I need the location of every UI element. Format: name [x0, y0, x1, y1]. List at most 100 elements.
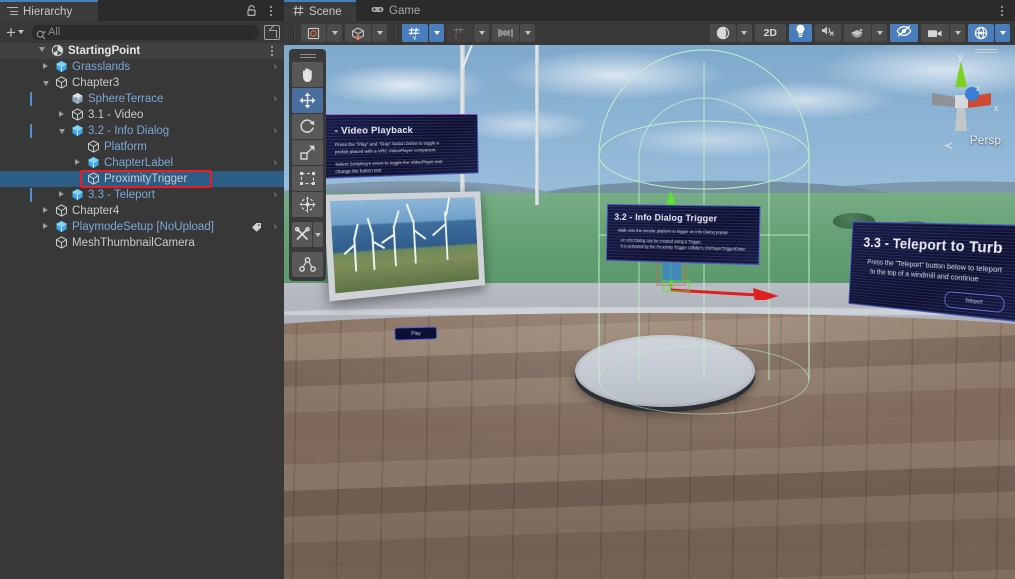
lock-icon[interactable] [245, 4, 258, 17]
open-prefab-chevron-icon[interactable]: › [273, 93, 277, 106]
scene-viewport[interactable]: - Video Playback Press the "Play" and "S… [284, 45, 1015, 579]
kebab-menu-icon[interactable] [265, 4, 277, 18]
scene-audio-button[interactable] [815, 24, 841, 42]
chevron-right-icon[interactable] [75, 159, 80, 165]
hidden-objects-button[interactable] [890, 24, 918, 42]
shaded-sphere-icon[interactable] [709, 24, 736, 42]
global-local-icon[interactable] [345, 24, 371, 42]
tab-game[interactable]: Game [362, 0, 432, 21]
kebab-menu-icon[interactable] [996, 4, 1008, 18]
rect-tool[interactable] [292, 166, 323, 191]
chevron-down-icon[interactable] [736, 24, 752, 42]
chevron-down-icon[interactable] [474, 24, 489, 42]
tab-scene[interactable]: Scene [284, 0, 356, 21]
teleport-button[interactable]: Teleport [944, 291, 1005, 314]
hierarchy-item-label: Chapter3 [72, 77, 120, 89]
chevron-right-icon[interactable] [43, 63, 48, 69]
wrench-screwdriver-icon[interactable] [292, 222, 312, 247]
chevron-down-icon[interactable] [59, 129, 65, 134]
grid-snap-icon[interactable]: y [402, 24, 428, 42]
pivot-mode-button[interactable] [301, 24, 342, 42]
hierarchy-row[interactable]: ChapterLabel › [0, 155, 284, 171]
magnet-snap-icon[interactable] [447, 24, 473, 42]
chevron-down-icon[interactable] [313, 222, 323, 247]
search-field[interactable] [31, 24, 259, 40]
open-prefab-chevron-icon[interactable]: › [273, 221, 277, 234]
2d-toggle-button[interactable]: 2D [754, 24, 786, 42]
open-prefab-chevron-icon[interactable]: › [273, 61, 277, 74]
chevron-down-icon[interactable] [995, 24, 1010, 42]
hierarchy-tree[interactable]: StartingPoint Grasslands › Chapter3 SphereT… [0, 43, 284, 579]
camera-icon[interactable] [921, 24, 949, 42]
fx-layers-icon[interactable] [844, 24, 871, 42]
chevron-down-icon[interactable] [429, 24, 444, 42]
scene-tools-overlay[interactable] [289, 49, 326, 281]
create-object-button[interactable]: + [4, 24, 26, 41]
open-in-new-window-icon[interactable] [264, 24, 280, 40]
chevron-right-icon[interactable] [43, 207, 48, 213]
component-tools[interactable] [292, 252, 323, 277]
chevron-right-icon[interactable] [43, 223, 48, 229]
hierarchy-row[interactable]: 3.1 - Video [0, 107, 284, 123]
turbine-blade [381, 234, 395, 244]
chevron-down-icon[interactable] [43, 81, 49, 86]
hierarchy-row[interactable]: SphereTerrace › [0, 91, 284, 107]
chevron-down-icon[interactable] [39, 47, 45, 52]
video-playback-panel[interactable]: - Video Playback Press the "Play" and "S… [322, 113, 479, 179]
grid-size-button[interactable] [492, 24, 535, 42]
chevron-down-icon[interactable] [327, 24, 342, 42]
rotate-tool[interactable] [292, 114, 323, 139]
hierarchy-row[interactable]: MeshThumbnailCamera [0, 235, 284, 251]
draw-mode-button[interactable] [709, 24, 752, 42]
transform-tool[interactable] [292, 192, 323, 217]
scale-tool[interactable] [292, 140, 323, 165]
tab-hierarchy[interactable]: Hierarchy [0, 0, 98, 21]
fx-button[interactable] [844, 24, 887, 42]
projection-label[interactable]: Persp [970, 133, 1001, 147]
scene-lighting-button[interactable] [789, 24, 812, 42]
chevron-down-icon[interactable] [372, 24, 387, 42]
chevron-down-icon[interactable] [950, 24, 965, 42]
grid-snapping-button[interactable]: y [402, 24, 444, 42]
hierarchy-row[interactable]: 3.2 - Info Dialog › [0, 123, 284, 139]
toolbar-divider [394, 25, 395, 41]
gameobject-cube-icon [71, 108, 84, 121]
video-play-button[interactable]: Play [394, 326, 438, 341]
gamepad-icon [371, 5, 384, 17]
info-dialog-trigger-panel[interactable]: 3.2 - Info Dialog Trigger Walk onto the … [605, 204, 761, 266]
snap-increment-button[interactable] [447, 24, 489, 42]
chevron-down-icon[interactable] [520, 24, 535, 42]
open-prefab-chevron-icon[interactable]: › [273, 189, 277, 202]
hierarchy-row[interactable]: PlaymodeSetup [NoUpload] › [0, 219, 284, 235]
lightbulb-icon [795, 24, 806, 43]
grid-ruler-icon[interactable] [492, 24, 519, 42]
kebab-menu-icon[interactable] [266, 44, 278, 58]
hand-tool[interactable] [292, 62, 323, 87]
scene-root-row[interactable]: StartingPoint [0, 43, 284, 59]
hierarchy-row[interactable]: Chapter3 [0, 75, 284, 91]
hierarchy-row[interactable]: 3.3 - Teleport › [0, 187, 284, 203]
camera-settings-button[interactable] [921, 24, 965, 42]
overlay-drag-handle[interactable] [292, 52, 323, 60]
hierarchy-row[interactable]: Chapter4 [0, 203, 284, 219]
hierarchy-row[interactable]: Grasslands › [0, 59, 284, 75]
hierarchy-row[interactable]: Platform [0, 139, 284, 155]
gizmos-button[interactable] [968, 24, 1010, 42]
hierarchy-row-selected[interactable]: ProximityTrigger [0, 171, 284, 187]
custom-tools[interactable] [292, 222, 323, 247]
open-prefab-chevron-icon[interactable]: › [273, 125, 277, 138]
chevron-right-icon[interactable] [59, 111, 64, 117]
move-tool[interactable] [292, 88, 323, 113]
pivot-center-icon[interactable] [301, 24, 326, 42]
wind-turbine-tower [535, 45, 539, 205]
hierarchy-item-label: MeshThumbnailCamera [72, 237, 195, 249]
wind-turbine-video-screen[interactable] [323, 191, 486, 302]
scene-root-label: StartingPoint [68, 45, 141, 57]
gizmos-globe-icon[interactable] [968, 24, 994, 42]
chevron-down-icon[interactable] [872, 24, 887, 42]
projection-toggle-arrow[interactable]: ≺ [944, 139, 953, 152]
open-prefab-chevron-icon[interactable]: › [273, 157, 277, 170]
search-input[interactable] [47, 26, 259, 38]
handle-space-button[interactable] [345, 24, 387, 42]
chevron-right-icon[interactable] [59, 191, 64, 197]
